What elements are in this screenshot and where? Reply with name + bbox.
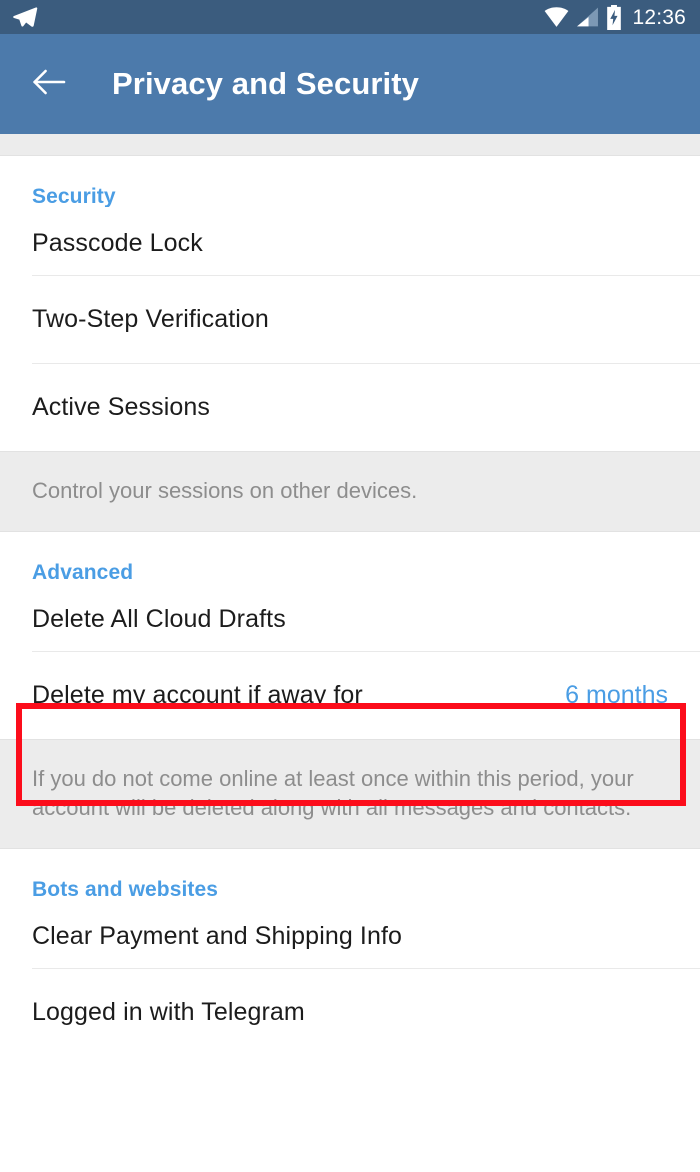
top-spacer xyxy=(0,134,700,156)
status-bar-indicators: 12:36 xyxy=(544,4,686,30)
list-item-active-sessions[interactable]: Active Sessions xyxy=(0,364,700,451)
battery-charging-icon xyxy=(606,4,622,30)
list-item-label: Active Sessions xyxy=(32,393,210,421)
cellular-signal-icon xyxy=(576,6,599,28)
settings-list: Security Passcode Lock Two-Step Verifica… xyxy=(0,134,700,1056)
list-item-passcode-lock[interactable]: Passcode Lock xyxy=(0,207,700,275)
list-item-logged-in-with-telegram[interactable]: Logged in with Telegram xyxy=(0,969,700,1056)
status-bar: 12:36 xyxy=(0,0,700,34)
list-item-label: Delete my account if away for xyxy=(32,681,363,709)
list-item-label: Passcode Lock xyxy=(32,229,203,257)
status-bar-clock: 12:36 xyxy=(632,5,686,29)
note-delete-account: If you do not come online at least once … xyxy=(0,739,700,849)
back-button[interactable] xyxy=(26,61,72,107)
list-item-value: 6 months xyxy=(565,681,668,709)
app-toolbar: Privacy and Security xyxy=(0,34,700,134)
wifi-icon xyxy=(544,6,569,28)
telegram-paper-plane-icon xyxy=(12,4,38,30)
section-header-security: Security xyxy=(32,185,116,208)
note-active-sessions: Control your sessions on other devices. xyxy=(0,451,700,532)
list-item-delete-my-account-if-away-for[interactable]: Delete my account if away for 6 months xyxy=(0,652,700,739)
list-item-label: Logged in with Telegram xyxy=(32,998,305,1026)
list-item-label: Two-Step Verification xyxy=(32,305,269,333)
section-header-bots-and-websites: Bots and websites xyxy=(32,878,219,901)
status-bar-notifications xyxy=(12,4,38,30)
list-item-two-step-verification[interactable]: Two-Step Verification xyxy=(0,276,700,363)
section-header-advanced: Advanced xyxy=(32,561,134,584)
list-item-label: Delete All Cloud Drafts xyxy=(32,605,286,633)
list-item-clear-payment-and-shipping-info[interactable]: Clear Payment and Shipping Info xyxy=(0,900,700,968)
page-title: Privacy and Security xyxy=(112,66,419,101)
list-item-delete-all-cloud-drafts[interactable]: Delete All Cloud Drafts xyxy=(0,583,700,651)
back-arrow-icon xyxy=(32,68,66,101)
list-item-label: Clear Payment and Shipping Info xyxy=(32,922,402,950)
